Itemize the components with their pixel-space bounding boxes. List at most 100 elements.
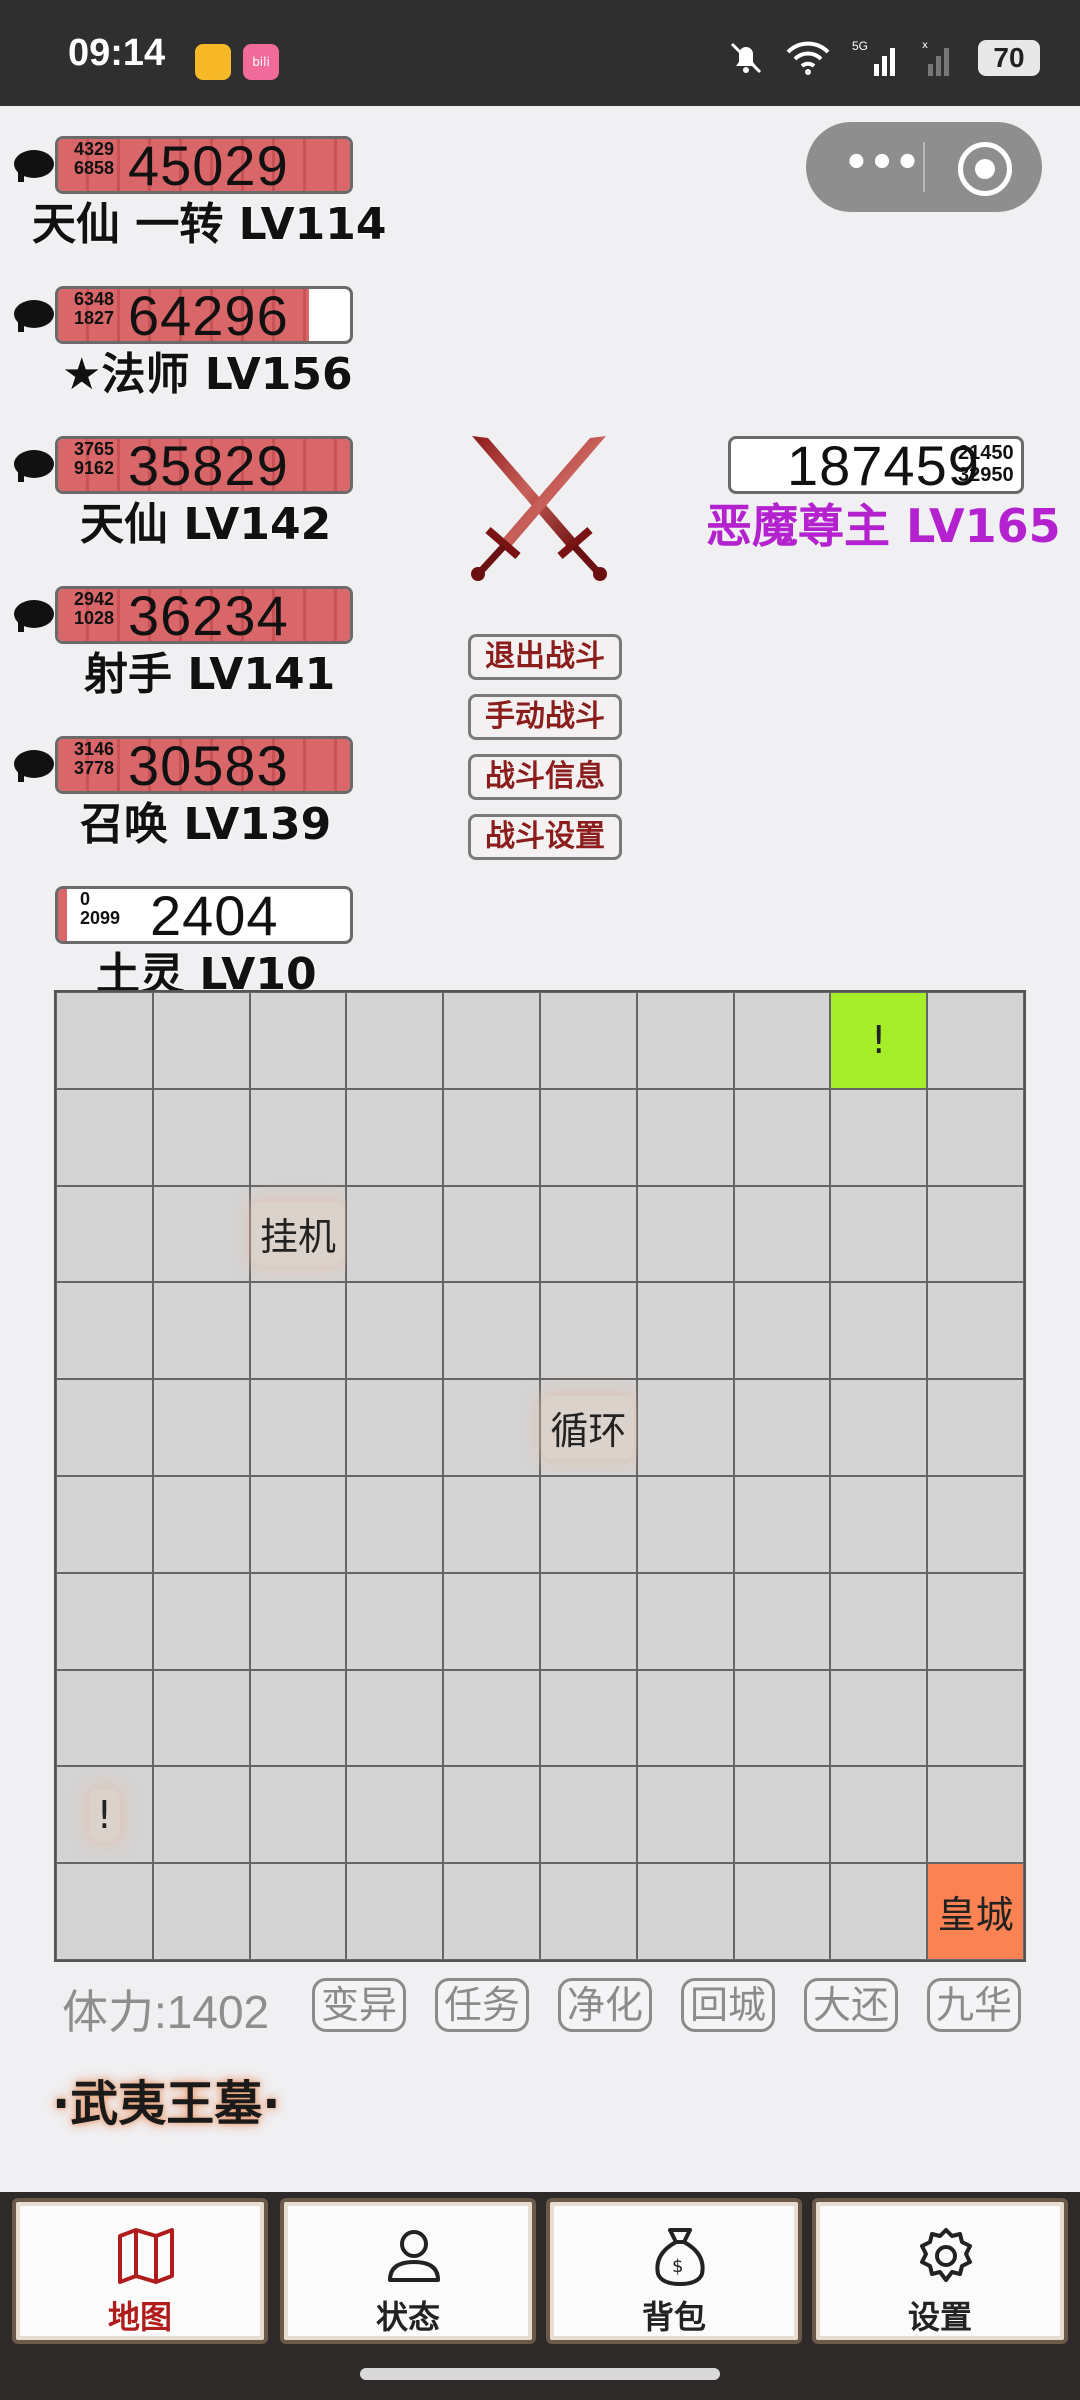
- loop-tile[interactable]: 循环: [540, 1379, 637, 1476]
- map-tile[interactable]: [152, 1572, 250, 1670]
- return-city-button[interactable]: 回城: [681, 1978, 775, 2032]
- map-tile[interactable]: [733, 1379, 831, 1476]
- map-tile[interactable]: [733, 1766, 831, 1864]
- castle-tile[interactable]: 皇城: [927, 1863, 1024, 1960]
- map-tile[interactable]: [927, 1088, 1024, 1186]
- party-member-5[interactable]: 30583 3146 3778 召唤 LV139: [0, 736, 400, 866]
- map-tile[interactable]: [443, 1282, 540, 1380]
- map-tile[interactable]: [927, 1476, 1024, 1573]
- map-tile[interactable]: [443, 1766, 540, 1864]
- map-tile[interactable]: [346, 1669, 444, 1767]
- map-tile[interactable]: [927, 992, 1024, 1089]
- map-tile[interactable]: [927, 1379, 1024, 1476]
- map-tile[interactable]: [927, 1766, 1024, 1864]
- map-tile[interactable]: [152, 1088, 250, 1186]
- party-member-4[interactable]: 36234 2942 1028 射手 LV141: [0, 586, 400, 716]
- map-tile[interactable]: [443, 1185, 540, 1283]
- map-tile[interactable]: [636, 1476, 734, 1573]
- map-tile[interactable]: [927, 1282, 1024, 1380]
- map-tile[interactable]: [830, 1766, 928, 1864]
- map-tile[interactable]: [830, 1282, 928, 1380]
- map-tile[interactable]: [927, 1572, 1024, 1670]
- map-tile[interactable]: [733, 1572, 831, 1670]
- map-tile[interactable]: [249, 1088, 347, 1186]
- map-tile[interactable]: [152, 1379, 250, 1476]
- map-tile[interactable]: [830, 1088, 928, 1186]
- map-tile[interactable]: [249, 1572, 347, 1670]
- map-tile[interactable]: [56, 992, 153, 1089]
- mutate-button[interactable]: 变异: [312, 1978, 406, 2032]
- purify-button[interactable]: 净化: [558, 1978, 652, 2032]
- map-tile[interactable]: [636, 1088, 734, 1186]
- map-tile[interactable]: [636, 1572, 734, 1670]
- map-tile[interactable]: [443, 1379, 540, 1476]
- map-tile[interactable]: [56, 1863, 153, 1960]
- map-tile[interactable]: [540, 1185, 637, 1283]
- exit-battle-button[interactable]: 退出战斗: [468, 634, 622, 680]
- map-tile[interactable]: [346, 1476, 444, 1573]
- map-tile[interactable]: [733, 1669, 831, 1767]
- map-tile[interactable]: [56, 1088, 153, 1186]
- map-tile[interactable]: [443, 1572, 540, 1670]
- map-tile[interactable]: [733, 1282, 831, 1380]
- map-tile[interactable]: [152, 1476, 250, 1573]
- map-tile[interactable]: [346, 1282, 444, 1380]
- map-tile[interactable]: [249, 1766, 347, 1864]
- map-tile[interactable]: [540, 992, 637, 1089]
- map-tile[interactable]: [152, 1863, 250, 1960]
- map-tile[interactable]: [249, 1863, 347, 1960]
- dahuan-button[interactable]: 大还: [804, 1978, 898, 2032]
- map-tile[interactable]: [636, 1379, 734, 1476]
- map-tile[interactable]: [636, 1766, 734, 1864]
- map-tile[interactable]: [56, 1669, 153, 1767]
- map-tile[interactable]: [733, 1185, 831, 1283]
- map-tile[interactable]: [540, 1572, 637, 1670]
- quest-button[interactable]: 任务: [435, 1978, 529, 2032]
- map-tile[interactable]: [346, 1863, 444, 1960]
- map-tile[interactable]: [249, 1476, 347, 1573]
- map-tile[interactable]: [443, 1088, 540, 1186]
- jiuhua-button[interactable]: 九华: [927, 1978, 1021, 2032]
- map-tile[interactable]: [249, 992, 347, 1089]
- map-tile[interactable]: [56, 1379, 153, 1476]
- tab-status[interactable]: 状态: [280, 2198, 536, 2344]
- map-tile[interactable]: [927, 1185, 1024, 1283]
- home-indicator[interactable]: [360, 2368, 720, 2380]
- map-tile[interactable]: [346, 1185, 444, 1283]
- map-tile[interactable]: [636, 1282, 734, 1380]
- map-tile[interactable]: [152, 1185, 250, 1283]
- party-member-2[interactable]: 64296 6348 1827 ★法师 LV156: [0, 286, 400, 416]
- map-tile[interactable]: [346, 1088, 444, 1186]
- map-tile[interactable]: [830, 1379, 928, 1476]
- event-marker-tile[interactable]: !: [56, 1766, 153, 1864]
- tab-settings[interactable]: 设置: [812, 2198, 1068, 2344]
- map-tile[interactable]: [249, 1379, 347, 1476]
- map-tile[interactable]: [540, 1476, 637, 1573]
- map-tile[interactable]: [540, 1669, 637, 1767]
- map-tile[interactable]: [636, 992, 734, 1089]
- map-tile[interactable]: [636, 1185, 734, 1283]
- map-tile[interactable]: [443, 992, 540, 1089]
- idle-tile[interactable]: 挂机: [249, 1185, 347, 1283]
- map-tile[interactable]: [56, 1185, 153, 1283]
- map-tile[interactable]: [733, 1476, 831, 1573]
- battle-info-button[interactable]: 战斗信息: [468, 754, 622, 800]
- party-member-1[interactable]: 45029 4329 6858 天仙 一转 LV114: [0, 136, 400, 266]
- map-tile[interactable]: [346, 992, 444, 1089]
- map-tile[interactable]: [443, 1669, 540, 1767]
- map-tile[interactable]: [540, 1282, 637, 1380]
- map-tile[interactable]: [540, 1863, 637, 1960]
- battle-settings-button[interactable]: 战斗设置: [468, 814, 622, 860]
- map-tile[interactable]: [830, 1669, 928, 1767]
- tab-map[interactable]: 地图: [12, 2198, 268, 2344]
- map-tile[interactable]: [152, 992, 250, 1089]
- map-tile[interactable]: [733, 992, 831, 1089]
- map-tile[interactable]: [540, 1766, 637, 1864]
- map-tile[interactable]: [152, 1766, 250, 1864]
- map-tile[interactable]: [249, 1282, 347, 1380]
- map-tile[interactable]: [443, 1863, 540, 1960]
- map-tile[interactable]: [152, 1669, 250, 1767]
- map-tile[interactable]: [346, 1379, 444, 1476]
- map-tile[interactable]: [927, 1669, 1024, 1767]
- map-tile[interactable]: [346, 1766, 444, 1864]
